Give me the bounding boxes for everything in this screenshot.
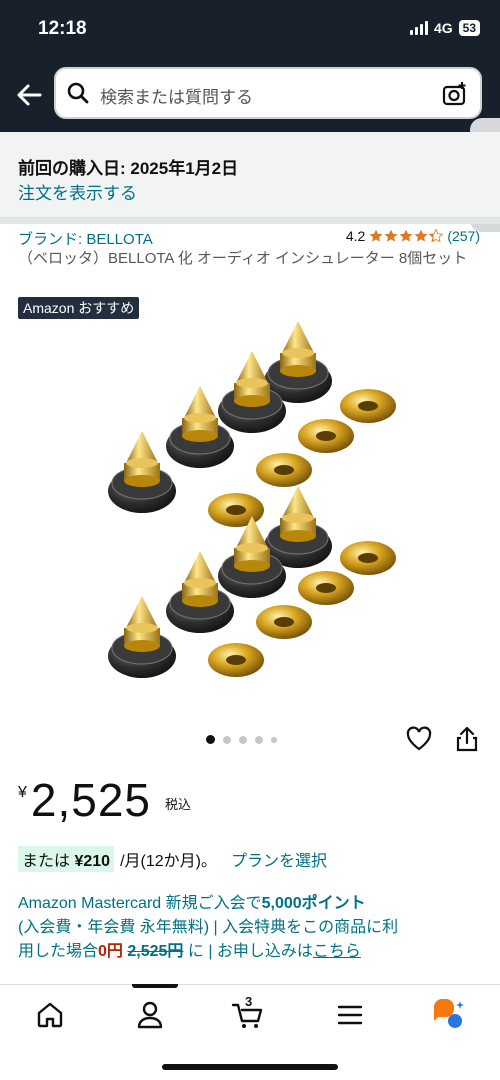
promo-line2[interactable]: (入会費・年会費 永年無料) | 入会特典をこの商品に利	[18, 916, 488, 940]
menu-icon[interactable]	[332, 997, 368, 1033]
previous-purchase-banner: 前回の購入日: 2025年1月2日 注文を表示する	[0, 132, 500, 218]
carousel-dot[interactable]	[255, 735, 263, 744]
image-carousel-dots[interactable]	[206, 735, 277, 744]
carousel-dot[interactable]	[239, 735, 247, 744]
home-indicator	[162, 1064, 338, 1070]
promo-line3-tail[interactable]: に | お申し込みは	[183, 943, 313, 960]
purchase-date: 前回の購入日: 2025年1月2日	[18, 159, 239, 178]
promo-original-price: 2,525円	[127, 943, 184, 960]
heart-icon[interactable]	[406, 726, 432, 752]
back-arrow-icon[interactable]	[14, 80, 44, 110]
currency-symbol: ¥	[18, 784, 27, 801]
installment-period: /月(12か月)。	[120, 853, 217, 870]
status-time: 12:18	[38, 18, 87, 39]
divider	[0, 218, 500, 224]
promo-price: 0円	[98, 943, 123, 960]
cart-count: 3	[245, 994, 253, 1009]
product-image[interactable]	[90, 320, 420, 710]
share-icon[interactable]	[456, 726, 478, 752]
account-icon[interactable]	[132, 997, 168, 1033]
amazon-choice-badge: Amazon おすすめ	[18, 297, 140, 319]
cart-button[interactable]: 3	[230, 994, 266, 1033]
status-bar: 12:18 4G 53	[0, 0, 500, 60]
price-amount: 2,525	[30, 774, 152, 826]
review-count: (257)	[447, 228, 480, 244]
price-block: ¥ 2,525 税込	[18, 772, 191, 828]
installment-prefix: または	[22, 853, 71, 870]
promo-points[interactable]: 5,000ポイント	[262, 895, 366, 912]
app-header: 検索または質問する	[0, 60, 500, 232]
installment-highlight: または ¥210	[18, 846, 115, 872]
search-input[interactable]: 検索または質問する	[54, 67, 482, 119]
battery-icon: 53	[458, 20, 480, 36]
status-indicators: 4G 53	[409, 20, 480, 36]
carousel-dot[interactable]	[271, 736, 277, 743]
promo-line1[interactable]: Amazon Mastercard 新規ご入会で	[18, 895, 262, 912]
installment-row: または ¥210 /月(12か月)。 プランを選択	[18, 846, 327, 872]
view-order-link[interactable]: 注文を表示する	[18, 179, 137, 204]
rating-summary[interactable]: 4.2 (257)	[346, 228, 480, 244]
apply-here-link[interactable]: こちら	[313, 943, 361, 960]
product-title: （ベロッタ）BELLOTA 化 オーディオ インシュレーター 8個セット	[18, 250, 468, 267]
tax-label: 税込	[165, 797, 192, 812]
select-plan-link[interactable]: プランを選択	[231, 847, 327, 871]
mastercard-promo: Amazon Mastercard 新規ご入会で5,000ポイント (入会費・年…	[18, 892, 488, 964]
star-rating-icon	[369, 229, 444, 243]
network-label: 4G	[433, 20, 453, 36]
promo-line3[interactable]: 用した場合	[18, 943, 98, 960]
nav-active-indicator	[132, 984, 178, 988]
carousel-dot[interactable]	[206, 735, 215, 744]
search-icon	[67, 82, 89, 104]
search-placeholder: 検索または質問する	[100, 88, 253, 107]
camera-icon[interactable]	[442, 81, 468, 107]
rufus-icon[interactable]	[430, 997, 466, 1033]
home-icon[interactable]	[32, 997, 68, 1033]
brand-link[interactable]: ブランド: BELLOTA	[18, 228, 153, 249]
signal-icon	[409, 21, 428, 35]
carousel-dot[interactable]	[223, 735, 231, 744]
rating-value: 4.2	[345, 228, 366, 244]
installment-amount: ¥210	[74, 853, 111, 870]
